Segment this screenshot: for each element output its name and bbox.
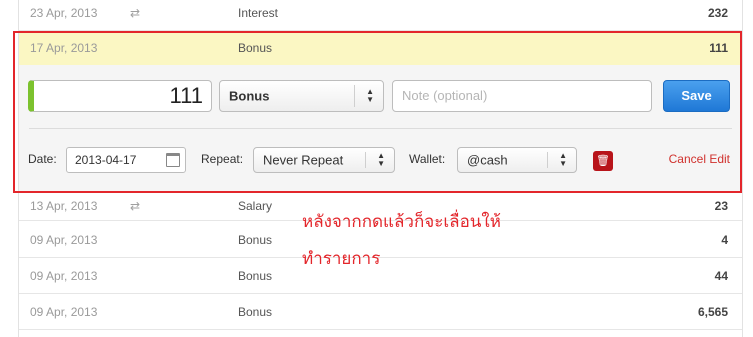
annotation-text-line1: หลังจากกดแล้วก็จะเลื่อนให้ (302, 212, 501, 232)
cancel-edit-link[interactable]: Cancel Edit (669, 152, 730, 166)
repeat-label: Repeat: (201, 152, 244, 166)
transaction-date: 13 Apr, 2013 (30, 198, 98, 213)
transaction-list: 23 Apr, 2013 ⇄ Interest 232 17 Apr, 2013… (18, 0, 743, 337)
transaction-category: Bonus (238, 232, 273, 247)
updown-arrows-icon: ▲ ▼ (377, 151, 385, 168)
calendar-icon[interactable] (166, 153, 180, 167)
transaction-date: 17 Apr, 2013 (30, 41, 98, 55)
transaction-date: 09 Apr, 2013 (30, 304, 98, 319)
transaction-category: Interest (238, 5, 279, 20)
category-select[interactable]: Bonus ▲ ▼ (219, 80, 384, 112)
transaction-row[interactable]: 23 Apr, 2013 ⇄ Interest 232 (19, 0, 742, 31)
transaction-row[interactable]: 09 Apr, 2013 Bonus 6,565 (19, 294, 742, 330)
date-label: Date: (28, 152, 57, 166)
transaction-category: Bonus (238, 304, 273, 319)
date-field-value: 2013-04-17 (75, 153, 137, 167)
select-divider (354, 85, 355, 107)
trash-icon: 🗑 (596, 155, 610, 167)
note-input[interactable]: Note (optional) (392, 80, 652, 112)
editor-divider (29, 128, 732, 129)
transaction-date: 09 Apr, 2013 (30, 232, 98, 247)
transaction-date: 09 Apr, 2013 (30, 268, 98, 283)
wallet-select-value: @cash (467, 152, 508, 168)
transaction-category: Bonus (238, 41, 273, 55)
editing-transaction-row[interactable]: 17 Apr, 2013 Bonus 111 (19, 31, 742, 66)
transaction-amount: 232 (707, 5, 728, 20)
transaction-date: 23 Apr, 2013 (30, 5, 98, 20)
transaction-category: Salary (238, 198, 273, 213)
transaction-amount: 44 (714, 268, 728, 283)
annotation-text-line2: ทำรายการ (302, 249, 381, 269)
repeat-icon: ⇄ (130, 198, 141, 213)
date-field[interactable]: 2013-04-17 (66, 147, 186, 173)
amount-input[interactable]: 111 (28, 80, 212, 112)
wallet-label: Wallet: (409, 152, 446, 166)
transaction-category: Bonus (238, 268, 273, 283)
transaction-amount: 111 (709, 41, 728, 55)
repeat-select-value: Never Repeat (263, 152, 344, 168)
wallet-select[interactable]: @cash ▲ ▼ (457, 147, 577, 173)
select-divider (547, 152, 548, 168)
transaction-amount: 23 (714, 198, 728, 213)
repeat-select[interactable]: Never Repeat ▲ ▼ (253, 147, 395, 173)
updown-arrows-icon: ▲ ▼ (366, 87, 374, 104)
transaction-row[interactable]: 09 Apr, 2013 Bonus 44 (19, 258, 742, 294)
save-button[interactable]: Save (663, 80, 730, 112)
transaction-amount: 6,565 (697, 304, 728, 319)
category-select-value: Bonus (229, 88, 270, 104)
updown-arrows-icon: ▲ ▼ (559, 151, 567, 168)
repeat-icon: ⇄ (130, 5, 141, 20)
transaction-amount: 4 (721, 232, 728, 247)
edit-transaction-panel: 111 Bonus ▲ ▼ Note (optional) Save Date: … (19, 65, 742, 191)
delete-button[interactable]: 🗑 (593, 151, 613, 171)
select-divider (365, 152, 366, 168)
